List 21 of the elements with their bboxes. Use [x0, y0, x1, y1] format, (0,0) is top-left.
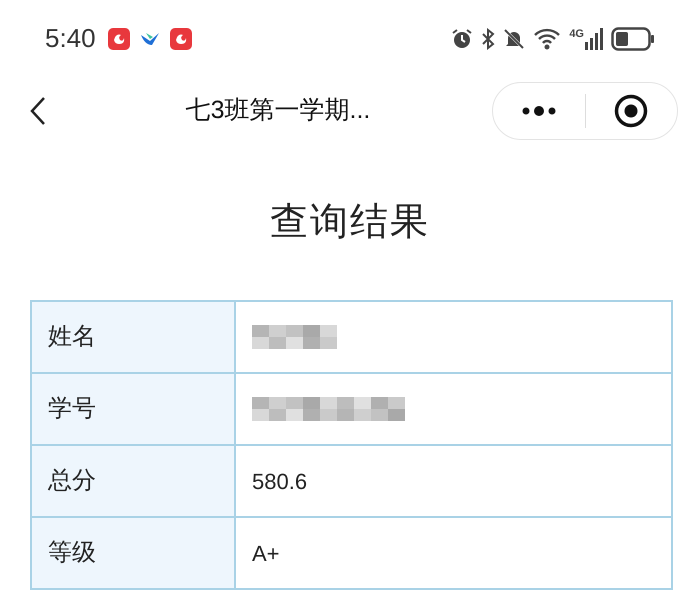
app-icon [108, 28, 130, 50]
back-icon [30, 96, 46, 126]
signal-icon [585, 28, 603, 50]
result-heading: 查询结果 [270, 200, 430, 246]
more-icon [520, 106, 557, 116]
muted-bell-icon [503, 28, 526, 50]
network-type: 4G [569, 28, 584, 40]
page-title: 七3班第一学期... [186, 94, 370, 126]
target-icon [614, 94, 648, 128]
field-label: 等级 [48, 538, 96, 568]
bluetooth-icon [481, 28, 496, 50]
field-label: 姓名 [48, 322, 96, 352]
alarm-icon [451, 28, 474, 50]
field-value: A+ [252, 540, 280, 568]
field-label: 学号 [48, 394, 96, 424]
field-label: 总分 [48, 466, 96, 496]
app-icon [170, 28, 192, 50]
field-value: 580.6 [252, 468, 308, 496]
status-time: 5:40 [45, 22, 96, 56]
battery-icon [611, 26, 655, 51]
wifi-icon [533, 28, 562, 50]
